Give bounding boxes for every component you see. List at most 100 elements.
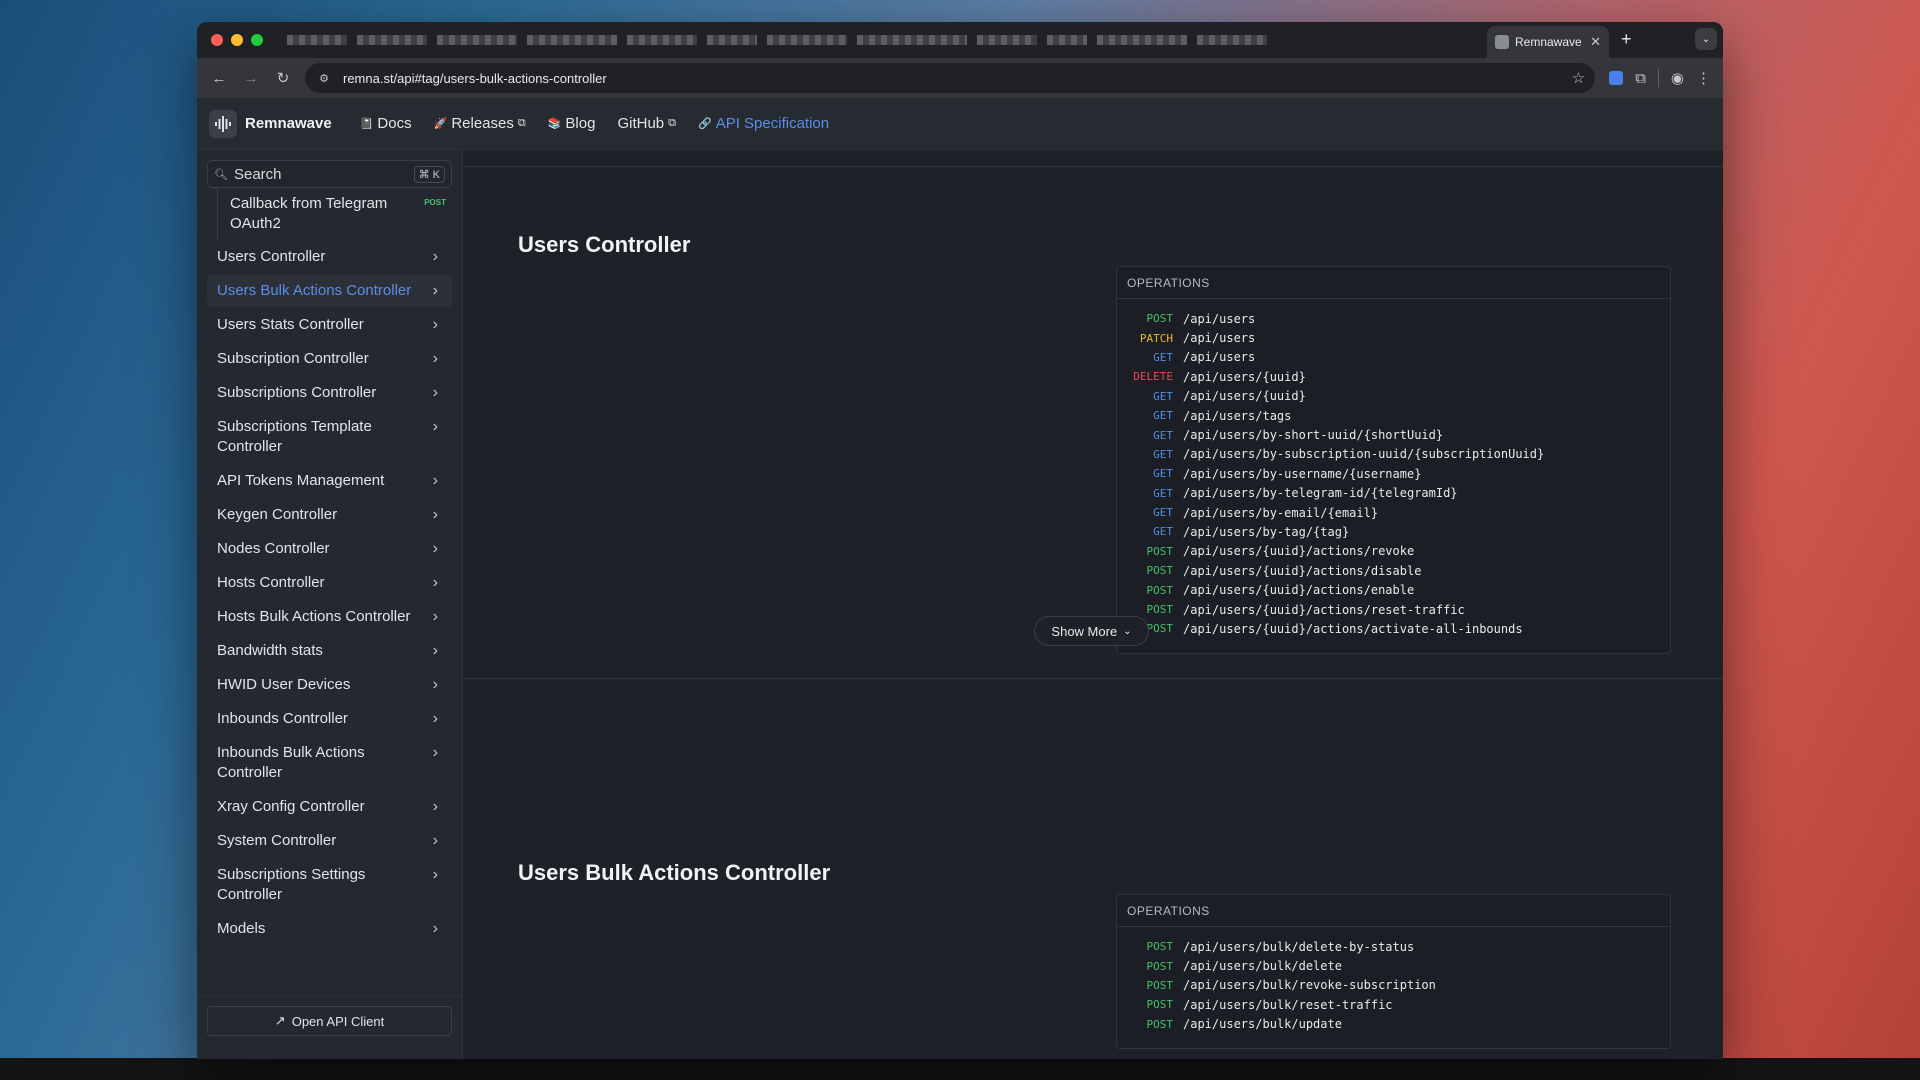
- operation-row[interactable]: POST/api/users/{uuid}/actions/activate-a…: [1117, 619, 1670, 638]
- browser-menu-icon[interactable]: ⋮: [1696, 69, 1711, 87]
- sidebar-item-inbounds-controller[interactable]: Inbounds Controller ›: [207, 703, 452, 735]
- chevron-right-icon[interactable]: ›: [433, 709, 442, 729]
- http-method-label: POST: [1146, 1017, 1174, 1031]
- url-text[interactable]: remna.st/api#tag/users-bulk-actions-cont…: [343, 71, 1562, 86]
- site-info-icon[interactable]: ⚙: [315, 69, 333, 87]
- endpoint-path: /api/users: [1183, 331, 1256, 346]
- sidebar-item-users-bulk-actions-controller[interactable]: Users Bulk Actions Controller ›: [207, 275, 452, 307]
- chevron-right-icon[interactable]: ›: [433, 797, 442, 817]
- operation-row[interactable]: POST/api/users/{uuid}/actions/enable: [1117, 580, 1670, 599]
- back-arrow-icon[interactable]: ←: [205, 64, 233, 92]
- operation-row[interactable]: PATCH/api/users: [1117, 328, 1670, 347]
- sidebar-item-label: Inbounds Bulk Actions Controller: [217, 744, 365, 781]
- http-method-label: GET: [1153, 447, 1173, 461]
- sidebar-item-nodes-controller[interactable]: Nodes Controller ›: [207, 533, 452, 565]
- operation-row[interactable]: GET/api/users/tags: [1117, 406, 1670, 425]
- operation-row[interactable]: POST/api/users/{uuid}/actions/revoke: [1117, 542, 1670, 561]
- endpoint-path: /api/users/by-short-uuid/{shortUuid}: [1183, 428, 1444, 443]
- forward-arrow-icon[interactable]: →: [237, 64, 265, 92]
- reload-icon[interactable]: ↻: [269, 64, 297, 92]
- sidebar-item-subscriptions-controller[interactable]: Subscriptions Controller ›: [207, 377, 452, 409]
- sidebar-item-models[interactable]: Models ›: [207, 913, 452, 945]
- sidebar-item-keygen-controller[interactable]: Keygen Controller ›: [207, 499, 452, 531]
- sidebar-item-subscription-controller[interactable]: Subscription Controller ›: [207, 343, 452, 375]
- address-bar[interactable]: ⚙ remna.st/api#tag/users-bulk-actions-co…: [305, 63, 1596, 93]
- sidebar-subitem-telegram-oauth2[interactable]: Callback from Telegram OAuth2 POST: [217, 188, 452, 239]
- chevron-right-icon[interactable]: ›: [433, 641, 442, 661]
- nav-link-github[interactable]: GitHub ⧉: [617, 115, 676, 132]
- nav-link-docs[interactable]: 📓 Docs: [360, 115, 412, 132]
- sidebar-item-users-controller[interactable]: Users Controller ›: [207, 241, 452, 273]
- close-tab-icon[interactable]: ✕: [1590, 34, 1601, 50]
- chevron-right-icon[interactable]: ›: [433, 315, 442, 335]
- maximize-window-button[interactable]: [251, 34, 263, 46]
- operation-row[interactable]: GET/api/users/by-subscription-uuid/{subs…: [1117, 445, 1670, 464]
- nav-link-api-specification[interactable]: 🔗 API Specification: [698, 115, 829, 132]
- chevron-right-icon[interactable]: ›: [433, 919, 442, 939]
- chevron-right-icon[interactable]: ›: [433, 573, 442, 593]
- endpoint-path: /api/users/bulk/reset-traffic: [1183, 997, 1393, 1012]
- chevron-right-icon[interactable]: ›: [433, 743, 442, 763]
- operation-row[interactable]: GET/api/users/by-tag/{tag}: [1117, 522, 1670, 541]
- sidebar-item-xray-config-controller[interactable]: Xray Config Controller ›: [207, 791, 452, 823]
- chevron-right-icon[interactable]: ›: [433, 505, 442, 525]
- active-tab[interactable]: Remnawave A ✕: [1487, 26, 1609, 58]
- new-tab-plus-icon[interactable]: +: [1621, 29, 1632, 50]
- minimize-window-button[interactable]: [231, 34, 243, 46]
- chevron-right-icon[interactable]: ›: [433, 383, 442, 403]
- operation-row[interactable]: GET/api/users/by-short-uuid/{shortUuid}: [1117, 425, 1670, 444]
- show-more-button[interactable]: Show More ⌄: [1034, 616, 1149, 646]
- operation-row[interactable]: DELETE/api/users/{uuid}: [1117, 367, 1670, 386]
- http-method-label: GET: [1153, 428, 1173, 442]
- sidebar-item-subscriptions-template-controller[interactable]: Subscriptions Template Controller ›: [207, 411, 452, 463]
- tab-search-chevron-icon[interactable]: ⌄: [1695, 28, 1717, 50]
- profile-avatar-icon[interactable]: ◉: [1671, 69, 1684, 87]
- chevron-right-icon[interactable]: ›: [433, 539, 442, 559]
- chevron-right-icon[interactable]: ›: [433, 831, 442, 851]
- sidebar-item-bandwidth-stats[interactable]: Bandwidth stats ›: [207, 635, 452, 667]
- endpoint-path: /api/users/bulk/revoke-subscription: [1183, 978, 1436, 993]
- chevron-right-icon[interactable]: ›: [433, 281, 442, 301]
- operation-row[interactable]: POST/api/users/bulk/delete: [1117, 956, 1670, 975]
- operation-row[interactable]: GET/api/users/by-email/{email}: [1117, 503, 1670, 522]
- nav-link-label: Releases: [451, 115, 514, 132]
- operation-row[interactable]: POST/api/users/bulk/update: [1117, 1015, 1670, 1034]
- sidebar-item-subscriptions-settings-controller[interactable]: Subscriptions Settings Controller ›: [207, 859, 452, 911]
- sidebar-item-hwid-user-devices[interactable]: HWID User Devices ›: [207, 669, 452, 701]
- operation-row[interactable]: POST/api/users: [1117, 309, 1670, 328]
- chevron-right-icon[interactable]: ›: [433, 607, 442, 627]
- bookmark-star-icon[interactable]: ☆: [1572, 69, 1585, 87]
- operation-row[interactable]: GET/api/users: [1117, 348, 1670, 367]
- operation-row[interactable]: GET/api/users/by-telegram-id/{telegramId…: [1117, 484, 1670, 503]
- close-window-button[interactable]: [211, 34, 223, 46]
- chevron-right-icon[interactable]: ›: [433, 471, 442, 491]
- sidebar-item-hosts-bulk-actions-controller[interactable]: Hosts Bulk Actions Controller ›: [207, 601, 452, 633]
- nav-link-label: Docs: [377, 115, 412, 132]
- external-link-icon: ⧉: [668, 117, 676, 129]
- sidebar-item-hosts-controller[interactable]: Hosts Controller ›: [207, 567, 452, 599]
- brand[interactable]: Remnawave: [209, 109, 332, 138]
- extensions-puzzle-icon[interactable]: ⧉: [1635, 70, 1646, 87]
- operation-row[interactable]: POST/api/users/{uuid}/actions/disable: [1117, 561, 1670, 580]
- chevron-right-icon[interactable]: ›: [433, 675, 442, 695]
- chevron-right-icon[interactable]: ›: [433, 349, 442, 369]
- nav-link-blog[interactable]: 📚 Blog: [548, 115, 596, 132]
- operation-row[interactable]: GET/api/users/by-username/{username}: [1117, 464, 1670, 483]
- operation-row[interactable]: POST/api/users/bulk/reset-traffic: [1117, 995, 1670, 1014]
- operation-row[interactable]: GET/api/users/{uuid}: [1117, 387, 1670, 406]
- other-tabs[interactable]: [287, 32, 1447, 48]
- nav-link-releases[interactable]: 🚀 Releases ⧉: [434, 115, 526, 132]
- open-api-client-button[interactable]: ↗ Open API Client: [207, 1006, 452, 1036]
- chevron-right-icon[interactable]: ›: [433, 417, 442, 437]
- operation-row[interactable]: POST/api/users/bulk/delete-by-status: [1117, 937, 1670, 956]
- operation-row[interactable]: POST/api/users/bulk/revoke-subscription: [1117, 976, 1670, 995]
- sidebar-item-system-controller[interactable]: System Controller ›: [207, 825, 452, 857]
- operation-row[interactable]: POST/api/users/{uuid}/actions/reset-traf…: [1117, 600, 1670, 619]
- translate-extension-icon[interactable]: [1609, 71, 1624, 85]
- sidebar-item-inbounds-bulk-actions-controller[interactable]: Inbounds Bulk Actions Controller ›: [207, 737, 452, 789]
- search-input[interactable]: 🔍︎ Search ⌘ K: [207, 160, 452, 188]
- sidebar-item-users-stats-controller[interactable]: Users Stats Controller ›: [207, 309, 452, 341]
- sidebar-item-api-tokens-management[interactable]: API Tokens Management ›: [207, 465, 452, 497]
- chevron-right-icon[interactable]: ›: [433, 247, 442, 267]
- chevron-right-icon[interactable]: ›: [433, 865, 442, 885]
